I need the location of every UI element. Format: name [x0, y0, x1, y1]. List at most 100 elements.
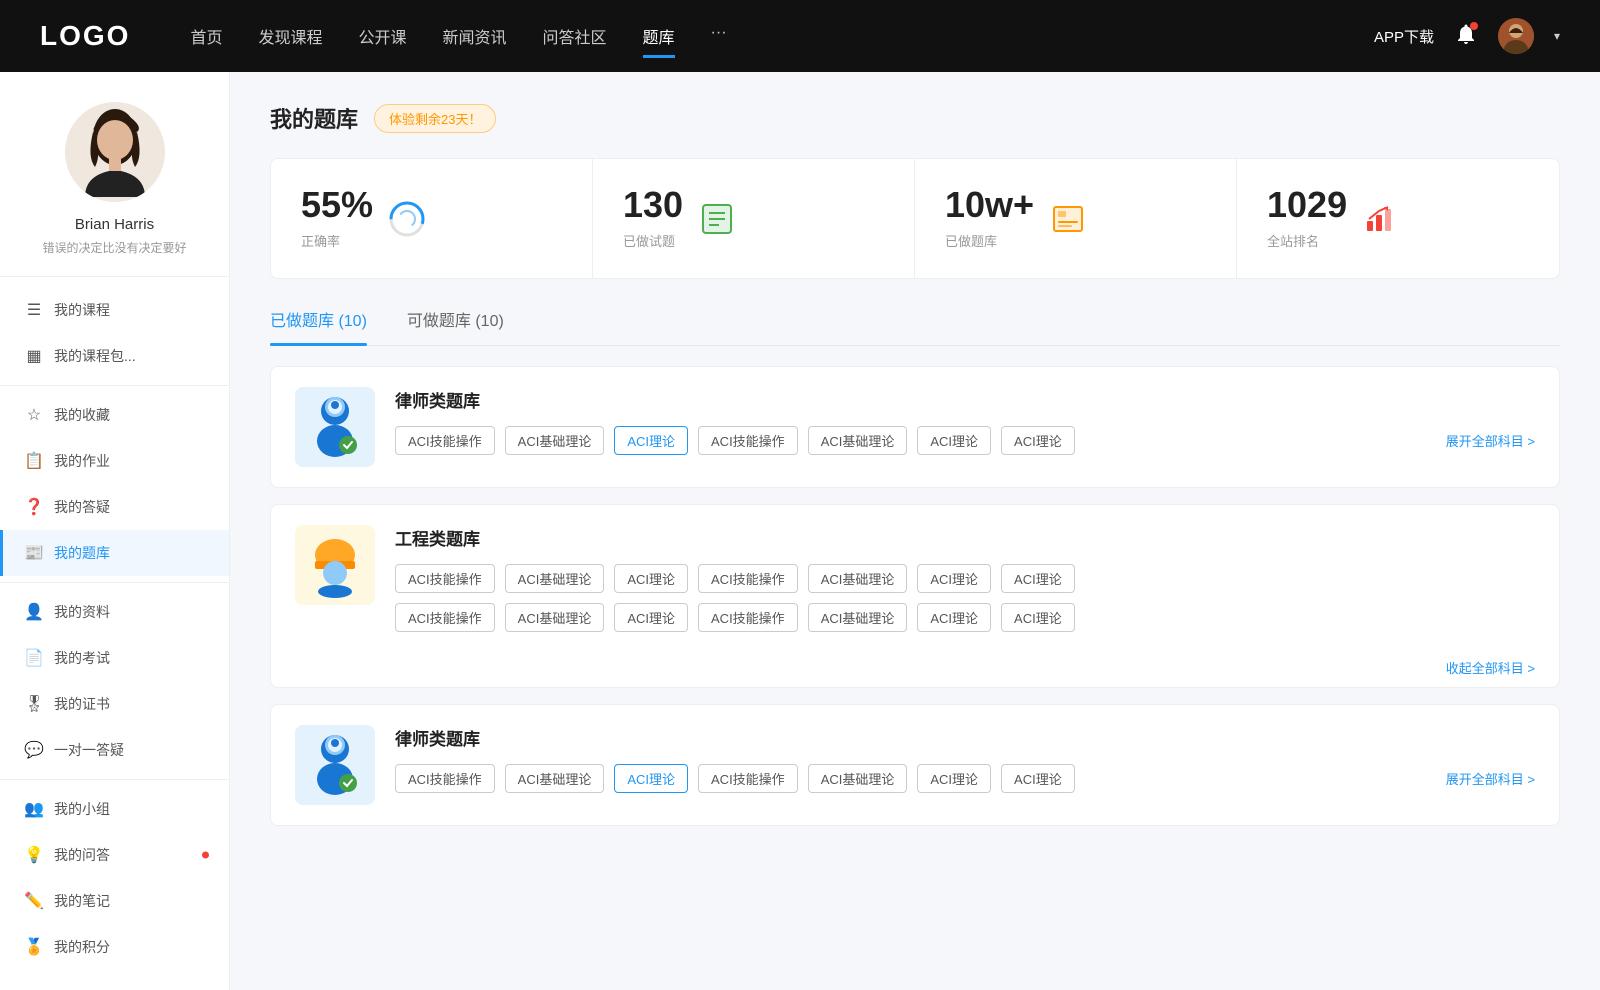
tag-item[interactable]: ACI技能操作 [395, 564, 495, 593]
tag-item[interactable]: ACI基础理论 [505, 764, 605, 793]
qbank-card-lawyer-2: 律师类题库 ACI技能操作 ACI基础理论 ACI理论 ACI技能操作 ACI基… [270, 704, 1560, 826]
qbank-title-engineer: 工程类题库 [395, 525, 1535, 550]
sidebar-item-points[interactable]: 🏅 我的积分 [0, 924, 229, 970]
sidebar-avatar [65, 102, 165, 202]
nav-discover[interactable]: 发现课程 [258, 24, 322, 48]
sidebar-item-course-packages[interactable]: ▦ 我的课程包... [0, 333, 229, 379]
questions-icon [699, 201, 735, 237]
exam-icon: 📄 [24, 648, 44, 668]
tag-item[interactable]: ACI技能操作 [395, 764, 495, 793]
user-avatar[interactable] [1498, 18, 1534, 54]
sidebar-item-label: 我的收藏 [54, 405, 110, 425]
tag-item[interactable]: ACI基础理论 [505, 603, 605, 632]
tag-item[interactable]: ACI理论 [1001, 603, 1075, 632]
ranking-icon [1363, 201, 1399, 237]
qbank-card-lawyer-1: 律师类题库 ACI技能操作 ACI基础理论 ACI理论 ACI技能操作 ACI基… [270, 366, 1560, 488]
page-title: 我的题库 [270, 102, 358, 134]
tag-item[interactable]: ACI基础理论 [808, 603, 908, 632]
tag-item[interactable]: ACI理论 [917, 603, 991, 632]
tag-item[interactable]: ACI基础理论 [808, 564, 908, 593]
sidebar-item-label: 我的笔记 [54, 891, 110, 911]
tag-item[interactable]: ACI基础理论 [808, 764, 908, 793]
engineer-icon-wrap [295, 525, 375, 605]
tag-item[interactable]: ACI理论 [917, 426, 991, 455]
tags-row-engineer-1: ACI技能操作 ACI基础理论 ACI理论 ACI技能操作 ACI基础理论 AC… [395, 564, 1535, 593]
sidebar-item-homework[interactable]: 📋 我的作业 [0, 438, 229, 484]
page-header: 我的题库 体验剩余23天！ [270, 102, 1560, 134]
stats-row: 55% 正确率 130 已做试题 [270, 158, 1560, 279]
sidebar-item-label: 我的资料 [54, 602, 110, 622]
sidebar-item-exam[interactable]: 📄 我的考试 [0, 635, 229, 681]
qbank-main-lawyer-1: 律师类题库 ACI技能操作 ACI基础理论 ACI理论 ACI技能操作 ACI基… [395, 387, 1535, 455]
tag-item-active[interactable]: ACI理论 [614, 426, 688, 455]
nav-right: APP下载 ▾ [1374, 18, 1560, 54]
nav-more[interactable]: ··· [711, 24, 727, 48]
tag-item[interactable]: ACI技能操作 [698, 564, 798, 593]
sidebar-item-my-courses[interactable]: ☰ 我的课程 [0, 287, 229, 333]
sidebar-item-notes[interactable]: ✏️ 我的笔记 [0, 878, 229, 924]
sidebar-item-label: 我的积分 [54, 937, 110, 957]
tag-item[interactable]: ACI理论 [917, 764, 991, 793]
user-menu-chevron[interactable]: ▾ [1554, 29, 1560, 43]
sidebar-item-label: 我的考试 [54, 648, 110, 668]
tag-item[interactable]: ACI技能操作 [698, 426, 798, 455]
packages-icon: ▦ [24, 346, 44, 366]
tag-item[interactable]: ACI技能操作 [698, 603, 798, 632]
profile-motto: 错误的决定比没有决定要好 [42, 239, 186, 256]
sidebar-item-favorites[interactable]: ☆ 我的收藏 [0, 392, 229, 438]
collapse-link-engineer[interactable]: 收起全部科目 > [1446, 658, 1535, 677]
tag-item[interactable]: ACI理论 [1001, 764, 1075, 793]
sidebar-item-question-bank[interactable]: 📰 我的题库 [0, 530, 229, 576]
sidebar-item-profile[interactable]: 👤 我的资料 [0, 589, 229, 635]
expand-link-lawyer-1[interactable]: 展开全部科目 > [1446, 431, 1535, 450]
tag-item[interactable]: ACI基础理论 [505, 426, 605, 455]
expand-link-lawyer-2[interactable]: 展开全部科目 > [1446, 769, 1535, 788]
tag-item-active[interactable]: ACI理论 [614, 764, 688, 793]
sidebar-item-my-qa[interactable]: 💡 我的问答 [0, 832, 229, 878]
tag-item[interactable]: ACI理论 [614, 603, 688, 632]
lawyer-icon-wrap-2 [295, 725, 375, 805]
tag-item[interactable]: ACI理论 [917, 564, 991, 593]
stat-done-questions-label: 已做试题 [623, 231, 683, 250]
nav-home[interactable]: 首页 [190, 24, 222, 48]
tag-item[interactable]: ACI理论 [1001, 426, 1075, 455]
qbank-title-lawyer-1: 律师类题库 [395, 387, 1535, 412]
qbank-icon: 📰 [24, 543, 44, 563]
trial-badge: 体验剩余23天！ [374, 104, 496, 133]
sidebar-item-group[interactable]: 👥 我的小组 [0, 786, 229, 832]
tags-row-engineer-2: ACI技能操作 ACI基础理论 ACI理论 ACI技能操作 ACI基础理论 AC… [395, 603, 1535, 632]
favorites-icon: ☆ [24, 405, 44, 425]
tag-item[interactable]: ACI技能操作 [395, 426, 495, 455]
sidebar-item-one-on-one[interactable]: 💬 一对一答疑 [0, 727, 229, 773]
stat-ranking-label: 全站排名 [1267, 231, 1347, 250]
stat-accuracy-label: 正确率 [301, 231, 373, 250]
sidebar-item-qa[interactable]: ❓ 我的答疑 [0, 484, 229, 530]
stat-done-questions-value: 130 [623, 187, 683, 223]
tag-item[interactable]: ACI理论 [614, 564, 688, 593]
app-download-button[interactable]: APP下载 [1374, 26, 1434, 47]
tag-item[interactable]: ACI技能操作 [698, 764, 798, 793]
my-qa-icon: 💡 [24, 845, 44, 865]
nav-open-course[interactable]: 公开课 [358, 24, 406, 48]
tag-item[interactable]: ACI基础理论 [808, 426, 908, 455]
nav-news[interactable]: 新闻资讯 [443, 24, 507, 48]
sidebar-item-label: 我的问答 [54, 845, 110, 865]
nav-question-bank[interactable]: 题库 [643, 24, 675, 48]
qa-notification-dot [202, 852, 209, 859]
notification-bell[interactable] [1454, 22, 1478, 51]
qbank-main-engineer: 工程类题库 ACI技能操作 ACI基础理论 ACI理论 ACI技能操作 ACI基… [395, 525, 1535, 632]
tab-available-banks[interactable]: 可做题库 (10) [407, 307, 504, 345]
sidebar-menu: ☰ 我的课程 ▦ 我的课程包... ☆ 我的收藏 📋 我的作业 ❓ 我的答疑 📰 [0, 277, 229, 980]
stat-accuracy-value: 55% [301, 187, 373, 223]
navbar: LOGO 首页 发现课程 公开课 新闻资讯 问答社区 题库 ··· APP下载 [0, 0, 1600, 72]
tabs-row: 已做题库 (10) 可做题库 (10) [270, 307, 1560, 346]
nav-qa[interactable]: 问答社区 [543, 24, 607, 48]
sidebar-item-certificate[interactable]: 🎖 我的证书 [0, 681, 229, 727]
lawyer-icon-wrap [295, 387, 375, 467]
tag-item[interactable]: ACI技能操作 [395, 603, 495, 632]
tag-item[interactable]: ACI基础理论 [505, 564, 605, 593]
tag-item[interactable]: ACI理论 [1001, 564, 1075, 593]
profile-name: Brian Harris [75, 216, 154, 233]
qbank-card-engineer: 工程类题库 ACI技能操作 ACI基础理论 ACI理论 ACI技能操作 ACI基… [270, 504, 1560, 688]
tab-done-banks[interactable]: 已做题库 (10) [270, 307, 367, 345]
